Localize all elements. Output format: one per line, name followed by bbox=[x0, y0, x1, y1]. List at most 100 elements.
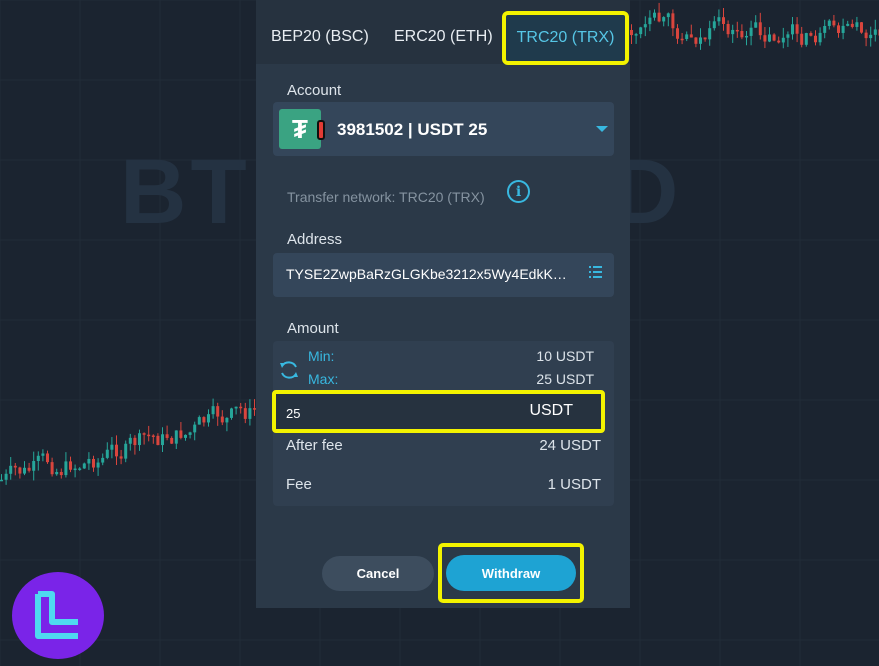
background-candle bbox=[662, 17, 666, 22]
background-candle bbox=[846, 23, 850, 26]
background-candle bbox=[781, 37, 785, 43]
background-candle bbox=[59, 471, 63, 476]
background-candle bbox=[124, 443, 128, 459]
background-candle bbox=[225, 417, 229, 423]
background-candle bbox=[216, 406, 220, 417]
account-badge bbox=[317, 120, 325, 140]
background-candle bbox=[234, 406, 238, 409]
background-candle bbox=[712, 21, 716, 29]
background-candle bbox=[800, 33, 804, 45]
account-select[interactable]: ₮ 3981502 | USDT 25 bbox=[273, 102, 614, 156]
background-candle bbox=[36, 455, 40, 462]
background-candle bbox=[174, 430, 178, 444]
background-candle bbox=[211, 406, 215, 415]
background-candle bbox=[634, 34, 638, 36]
background-candle bbox=[170, 437, 174, 444]
background-candle bbox=[754, 22, 758, 28]
background-candle bbox=[119, 456, 123, 459]
background-candle bbox=[864, 32, 868, 39]
refresh-icon[interactable] bbox=[278, 359, 300, 381]
background-candle bbox=[653, 12, 656, 18]
background-candle bbox=[814, 35, 817, 43]
background-candle bbox=[161, 434, 164, 446]
background-candle bbox=[694, 37, 698, 44]
background-candle bbox=[648, 17, 652, 25]
background-candle bbox=[768, 34, 771, 42]
account-label: Account bbox=[287, 82, 342, 99]
background-candle bbox=[96, 462, 100, 468]
background-candle bbox=[147, 434, 151, 437]
network-tabs: BEP20 (BSC) ERC20 (ETH) TRC20 (TRX) bbox=[256, 0, 630, 65]
brand-logo-icon bbox=[12, 572, 104, 659]
background-candle bbox=[818, 32, 822, 43]
background-candle bbox=[188, 432, 192, 435]
background-candle bbox=[708, 28, 712, 40]
chart-watermark: BT bbox=[120, 141, 251, 243]
amount-label: Amount bbox=[287, 320, 339, 337]
withdraw-dialog: BEP20 (BSC) ERC20 (ETH) TRC20 (TRX) Acco… bbox=[256, 0, 630, 608]
background-candle bbox=[772, 34, 776, 41]
background-candle bbox=[827, 20, 831, 26]
background-candle bbox=[64, 461, 68, 476]
background-candle bbox=[248, 408, 252, 419]
chevron-down-icon[interactable] bbox=[596, 126, 608, 132]
tab-erc20[interactable]: ERC20 (ETH) bbox=[394, 28, 493, 46]
background-candle bbox=[809, 33, 813, 36]
background-candle bbox=[18, 467, 22, 474]
background-candle bbox=[795, 24, 799, 34]
background-candle bbox=[128, 437, 132, 444]
background-candle bbox=[151, 435, 155, 437]
background-candle bbox=[27, 467, 31, 471]
account-value: 3981502 | USDT 25 bbox=[337, 120, 488, 139]
after-fee-label: After fee bbox=[286, 437, 343, 454]
background-candle bbox=[722, 17, 725, 24]
tab-trc20[interactable]: TRC20 (TRX) bbox=[502, 11, 629, 65]
background-candle bbox=[73, 468, 77, 471]
background-candle bbox=[676, 28, 679, 39]
background-candle bbox=[165, 434, 169, 438]
min-label: Min: bbox=[308, 348, 335, 364]
background-candle bbox=[142, 433, 146, 435]
background-candle bbox=[55, 471, 59, 475]
info-icon[interactable]: i bbox=[507, 180, 530, 203]
withdraw-button[interactable]: Withdraw bbox=[446, 555, 576, 591]
background-candle bbox=[823, 25, 827, 33]
background-candle bbox=[689, 34, 693, 38]
background-candle bbox=[82, 463, 86, 469]
fee-value: 1 USDT bbox=[547, 476, 601, 493]
background-candle bbox=[740, 31, 744, 38]
amount-input-value: 25 bbox=[286, 406, 301, 421]
background-candle bbox=[731, 29, 735, 35]
background-candle bbox=[197, 417, 201, 425]
background-candle bbox=[855, 22, 859, 27]
background-candle bbox=[50, 462, 54, 475]
tab-bep20[interactable]: BEP20 (BSC) bbox=[271, 28, 369, 46]
address-book-icon[interactable] bbox=[589, 266, 602, 278]
background-candle bbox=[193, 424, 197, 433]
background-candle bbox=[630, 30, 633, 36]
background-candle bbox=[869, 34, 873, 39]
cancel-button[interactable]: Cancel bbox=[322, 556, 434, 591]
background-candle bbox=[666, 13, 670, 18]
background-candle bbox=[156, 435, 160, 446]
address-field[interactable]: TYSE2ZwpBaRzGLGKbe3212x5Wy4EdkK… bbox=[273, 253, 614, 297]
background-candle bbox=[643, 24, 647, 28]
max-value: 25 USDT bbox=[536, 371, 594, 387]
background-candle bbox=[749, 27, 753, 36]
background-candle bbox=[860, 22, 863, 33]
background-candle bbox=[657, 12, 661, 22]
background-candle bbox=[230, 408, 233, 418]
amount-input[interactable]: 25 USDT bbox=[272, 390, 605, 433]
background-candle bbox=[32, 461, 36, 471]
background-candle bbox=[837, 25, 840, 33]
min-value: 10 USDT bbox=[536, 348, 594, 364]
background-candle bbox=[0, 479, 3, 482]
background-candle bbox=[671, 13, 675, 29]
background-candle bbox=[735, 29, 739, 32]
background-candle bbox=[138, 433, 141, 446]
background-candle bbox=[777, 40, 781, 43]
background-candle bbox=[832, 20, 836, 26]
background-candle bbox=[786, 34, 790, 38]
background-candle bbox=[41, 453, 45, 456]
background-candle bbox=[791, 24, 794, 35]
